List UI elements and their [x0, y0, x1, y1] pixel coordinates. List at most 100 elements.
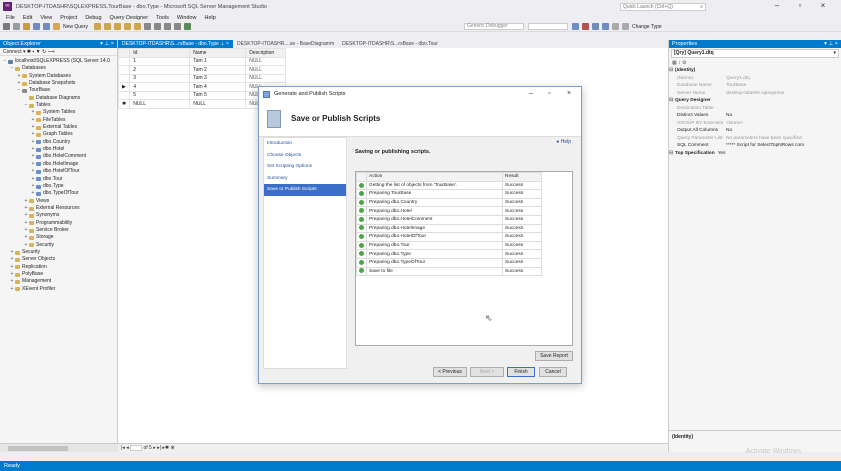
grid-icon[interactable] [622, 23, 630, 30]
record-number-input[interactable] [130, 444, 143, 451]
save-report-button[interactable]: Save Report [535, 351, 573, 361]
grid-cell[interactable]: NULL [245, 65, 287, 75]
tree-node[interactable]: + Security [0, 249, 117, 256]
property-value[interactable]: <None> [723, 120, 841, 128]
menu-project[interactable]: Project [60, 15, 77, 21]
property-value[interactable] [711, 97, 841, 105]
menu-file[interactable]: File [6, 15, 15, 21]
grid-cell[interactable]: NULL [245, 56, 287, 66]
save-icon[interactable] [43, 23, 50, 30]
property-value[interactable]: TourBase [723, 82, 841, 90]
prev-record-icon[interactable]: ◂ [126, 445, 129, 451]
property-value[interactable]: No [723, 112, 841, 120]
menu-help[interactable]: Help [204, 15, 215, 21]
tree-node[interactable]: + Security [0, 242, 117, 249]
property-row[interactable]: Query Parameter List No parameters have b… [669, 135, 841, 143]
property-row[interactable]: ⊟ Top Specification Yes [669, 150, 841, 158]
alphabetical-icon[interactable]: ↕ [678, 60, 681, 66]
property-row[interactable]: Distinct Values No [669, 112, 841, 120]
grid-column-header[interactable]: Name [189, 48, 247, 58]
property-row[interactable]: Server Name desktop-itdashh.sqlexpress [669, 90, 841, 98]
close-icon[interactable]: × [816, 1, 830, 10]
property-row[interactable]: ⊟ (Identity) [669, 67, 841, 75]
grid-cell[interactable]: 2 [129, 65, 191, 75]
last-record-icon[interactable]: ▸| [157, 445, 161, 451]
back-icon[interactable] [3, 23, 10, 30]
first-record-icon[interactable]: |◂ [121, 445, 125, 451]
property-value[interactable] [723, 105, 841, 113]
property-row[interactable]: Database Name TourBase [669, 82, 841, 90]
menu-edit[interactable]: Edit [23, 15, 32, 21]
menu-view[interactable]: View [40, 15, 52, 21]
property-value[interactable]: No [723, 127, 841, 135]
dialog-minimize-icon[interactable]: – [529, 87, 533, 101]
table-icon[interactable] [572, 23, 580, 30]
grid-cell[interactable]: Tam 1 [189, 56, 247, 66]
tree-node[interactable]: + Storage [0, 234, 117, 241]
tree-node[interactable]: + Views [0, 198, 117, 205]
properties-pin-icon[interactable]: ▾ ⊥ × [824, 40, 838, 48]
tree-node[interactable]: + PolyBase [0, 271, 117, 278]
tree-node[interactable]: + Service Broker [0, 227, 117, 234]
menu-tools[interactable]: Tools [156, 15, 169, 21]
help-link[interactable]: ● Help [556, 139, 571, 145]
property-value[interactable]: ***** Script for SelectTopNRows com [723, 142, 841, 150]
connect-button[interactable]: Connect [3, 49, 22, 55]
menu-debug[interactable]: Debug [85, 15, 101, 21]
grid-cell[interactable]: NULL [245, 73, 287, 83]
grid-cell[interactable]: 4 [129, 82, 191, 92]
grid-cell[interactable]: Tam 3 [189, 73, 247, 83]
tree-node[interactable]: + Programmability [0, 220, 117, 227]
grid-cell[interactable]: 3 [129, 73, 191, 83]
tree-node[interactable]: + dbo.Tour [0, 176, 117, 183]
close-tab-icon[interactable]: ⊥ × [220, 41, 229, 47]
indexes-icon[interactable] [602, 23, 610, 30]
tree-node[interactable]: + System Tables [0, 109, 117, 116]
tree-node[interactable]: − Databases [0, 65, 117, 72]
tree-node[interactable]: + dbo.Hotel [0, 146, 117, 153]
connect-icons[interactable]: ▾ ✱ ▪ ▼ ↻ ⟿ [23, 49, 55, 55]
maximize-icon[interactable]: ▫ [793, 1, 807, 10]
new-query-button[interactable]: New Query [63, 24, 88, 30]
minimize-icon[interactable]: – [770, 1, 784, 10]
property-value[interactable]: desktop-itdashh.sqlexpress [723, 90, 841, 98]
tree-node[interactable]: + dbo.HotelComment [0, 153, 117, 160]
tree-node[interactable]: + External Resources [0, 205, 117, 212]
tree-node[interactable]: + Replication [0, 264, 117, 271]
tree-node[interactable]: + Graph Tables [0, 131, 117, 138]
dialog-close-icon[interactable]: × [567, 87, 571, 101]
tree-node[interactable]: + XEvent Profiler [0, 286, 117, 293]
table-row[interactable]: 1 Tam 1 NULL [117, 56, 287, 66]
next-record-icon[interactable]: ▸ [153, 445, 156, 451]
query-icon-3[interactable] [114, 23, 122, 30]
table-row[interactable]: 3 Tam 3 NULL [117, 73, 287, 83]
tab-base-diagram[interactable]: DESKTOP-ITDASHR....se - BaseDiagramm [233, 40, 338, 48]
redo-icon[interactable] [174, 23, 182, 30]
scrollbar-thumb[interactable] [8, 446, 68, 451]
query-icon-2[interactable] [104, 23, 112, 30]
query-icon-4[interactable] [124, 23, 132, 30]
property-row[interactable]: SQL Comment ***** Script for SelectTopNRo… [669, 142, 841, 150]
new-record-icon[interactable]: ▸✱ [162, 445, 169, 451]
grid-cell[interactable]: Tam 5 [189, 90, 247, 100]
tree-node[interactable]: + Server Objects [0, 256, 117, 263]
copy-icon[interactable] [154, 23, 162, 30]
undo-icon[interactable] [164, 23, 172, 30]
tree-node[interactable]: + Synonyms [0, 212, 117, 219]
property-row[interactable]: GROUP BY Extension <None> [669, 120, 841, 128]
property-row[interactable]: Destination Table [669, 105, 841, 113]
debugger-select[interactable]: Generic Debugger [464, 23, 525, 30]
property-value[interactable]: No parameters have been specified [723, 135, 841, 143]
categorized-icon[interactable]: ▦ [672, 60, 677, 66]
tree-node[interactable]: + dbo.HotelOfTour [0, 168, 117, 175]
tree-node[interactable]: + System Databases [0, 73, 117, 80]
tab-dbo-tour[interactable]: DESKTOP-ITDASHR\S...rsBase - dbo.Tour [338, 40, 442, 48]
property-row[interactable]: ⊟ Query Designer [669, 97, 841, 105]
relationships-icon[interactable] [592, 23, 600, 30]
query-icon-5[interactable] [134, 23, 142, 30]
database-select[interactable] [528, 23, 569, 30]
property-row[interactable]: (Name) Query1.dtq [669, 75, 841, 83]
tree-node[interactable]: + dbo.TypeOfTour [0, 190, 117, 197]
quick-launch-input[interactable]: Quick Launch (Ctrl+Q) ⌕ [620, 3, 706, 11]
stop-icon[interactable]: ⊗ [170, 445, 174, 451]
